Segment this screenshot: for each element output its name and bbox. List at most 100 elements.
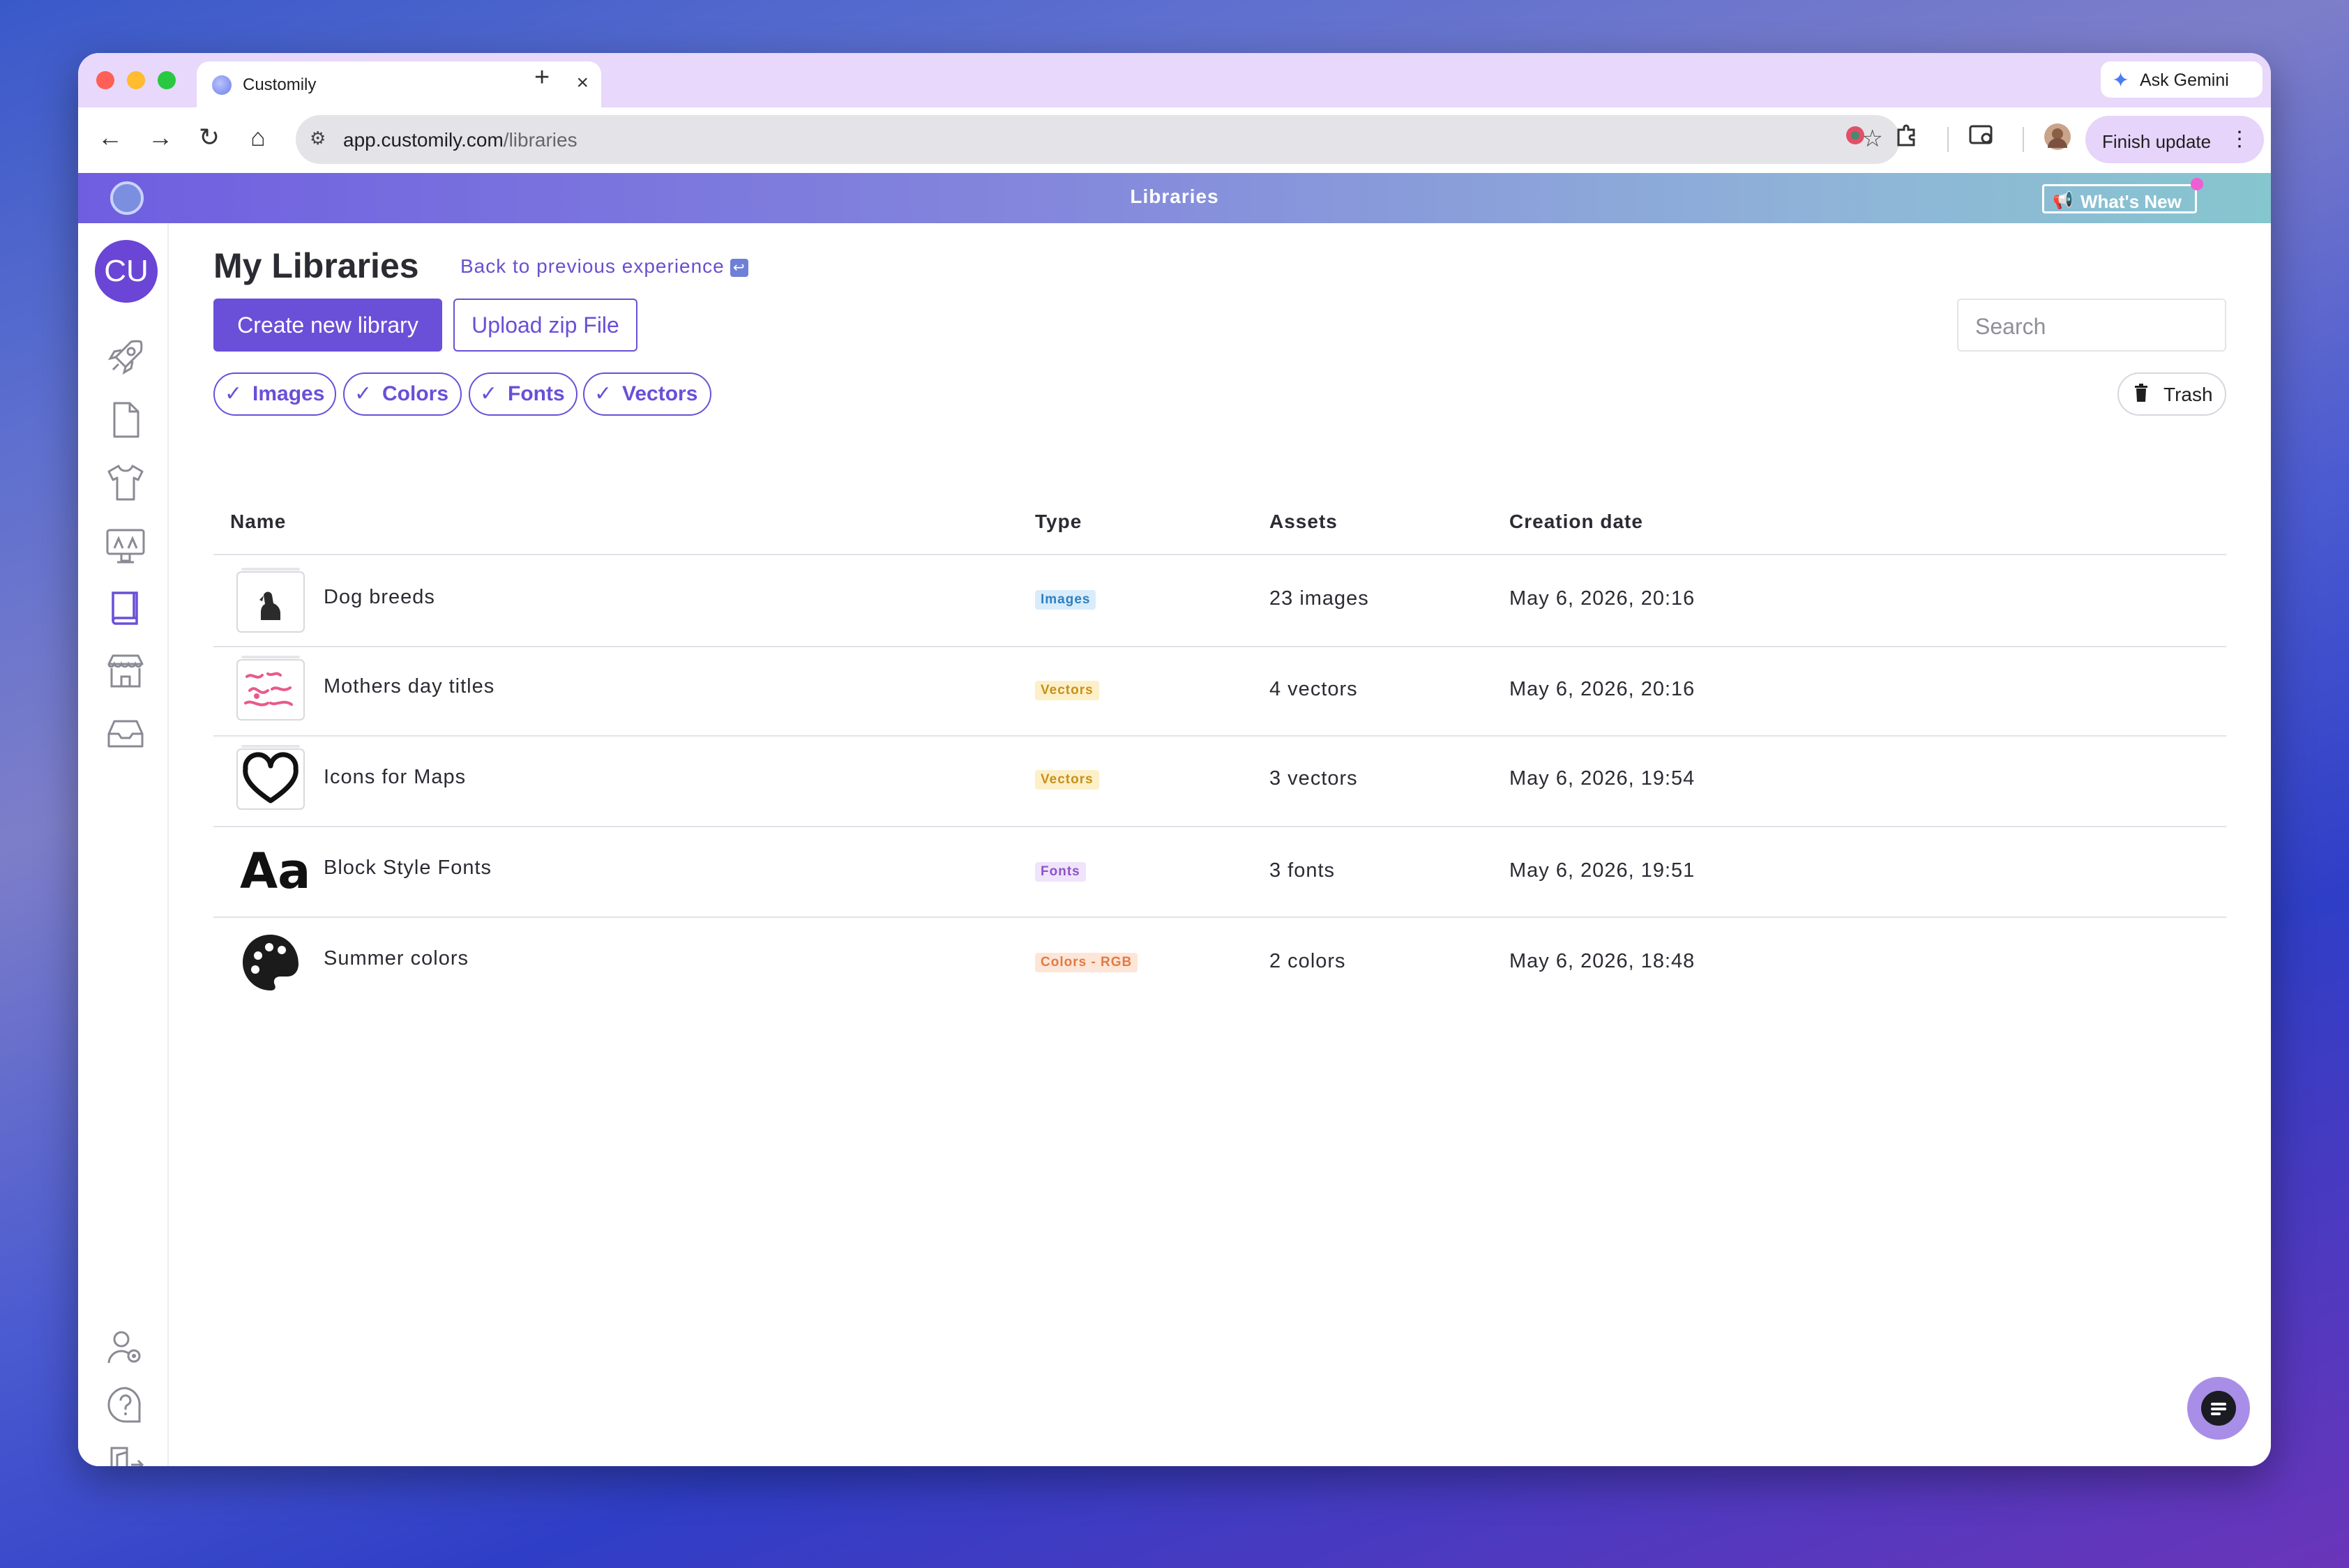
type-badge: Images bbox=[1035, 590, 1096, 610]
tab-close-icon[interactable]: × bbox=[576, 71, 589, 95]
asset-count: 23 images bbox=[1269, 587, 1369, 610]
column-header-name[interactable]: Name bbox=[230, 511, 286, 533]
table-row[interactable]: Icons for Maps Vectors 3 vectors May 6, … bbox=[213, 737, 2226, 826]
column-header-creation-date[interactable]: Creation date bbox=[1509, 511, 1643, 533]
pink-lettering-icon bbox=[236, 653, 305, 723]
filter-label: Fonts bbox=[508, 382, 565, 405]
create-new-library-button[interactable]: Create new library bbox=[213, 299, 442, 352]
font-aa-icon: Aa bbox=[236, 837, 310, 907]
whats-new-button[interactable]: 📢 What's New bbox=[2042, 178, 2203, 213]
url-text: app.customily.com/libraries bbox=[343, 129, 577, 151]
library-name[interactable]: Mothers day titles bbox=[324, 675, 494, 698]
more-menu-icon[interactable]: ⋮ bbox=[2229, 127, 2250, 151]
filter-label: Images bbox=[252, 382, 325, 405]
type-badge: Colors - RGB bbox=[1035, 953, 1138, 972]
trash-label: Trash bbox=[2163, 384, 2213, 405]
checkmark-icon: ✓ bbox=[225, 382, 243, 405]
filter-chip-images[interactable]: ✓ Images bbox=[213, 372, 336, 416]
trash-button[interactable]: Trash bbox=[2117, 372, 2226, 416]
type-badge: Vectors bbox=[1035, 681, 1099, 700]
megaphone-icon: 📢 bbox=[2053, 191, 2074, 210]
library-name[interactable]: Block Style Fonts bbox=[324, 857, 492, 880]
type-badge: Vectors bbox=[1035, 770, 1099, 790]
filter-chip-vectors[interactable]: ✓ Vectors bbox=[583, 372, 711, 416]
home-icon[interactable]: ⌂ bbox=[243, 123, 273, 152]
type-badge: Fonts bbox=[1035, 862, 1086, 882]
chat-icon bbox=[2201, 1391, 2236, 1426]
book-icon[interactable] bbox=[103, 586, 148, 631]
user-avatar[interactable]: CU bbox=[95, 240, 158, 303]
toolbar-divider bbox=[1947, 127, 1949, 152]
main-content: My Libraries Back to previous experience… bbox=[167, 223, 2271, 1466]
return-arrow-icon: ↩ bbox=[730, 258, 748, 277]
document-icon[interactable] bbox=[103, 398, 148, 442]
asset-count: 3 vectors bbox=[1269, 767, 1358, 790]
gemini-sparkle-icon: ✦ bbox=[2112, 69, 2130, 92]
library-name[interactable]: Icons for Maps bbox=[324, 766, 466, 789]
filter-chip-fonts[interactable]: ✓ Fonts bbox=[469, 372, 577, 416]
page-title: My Libraries bbox=[213, 246, 419, 285]
table-row[interactable]: Dog breeds Images 23 images May 6, 2026,… bbox=[213, 555, 2226, 644]
inbox-icon[interactable] bbox=[103, 711, 148, 756]
search-input[interactable]: Search bbox=[1957, 299, 2226, 352]
tab-title: Customily bbox=[243, 75, 317, 94]
asset-count: 4 vectors bbox=[1269, 678, 1358, 700]
extension-icon[interactable] bbox=[1843, 123, 1868, 154]
site-settings-icon[interactable]: ⚙ bbox=[310, 128, 326, 149]
notification-dot bbox=[2191, 178, 2203, 190]
library-name[interactable]: Dog breeds bbox=[324, 586, 435, 609]
logout-icon[interactable] bbox=[103, 1442, 148, 1466]
asset-count: 2 colors bbox=[1269, 950, 1346, 972]
address-bar-row: ← → ↻ ⌂ ⚙ app.customily.com/libraries ☆ … bbox=[78, 107, 2271, 173]
help-icon[interactable] bbox=[103, 1384, 148, 1428]
checkmark-icon: ✓ bbox=[594, 382, 612, 405]
tab-search-icon[interactable] bbox=[1968, 123, 1996, 154]
forward-arrow-icon[interactable]: → bbox=[145, 123, 176, 152]
upload-zip-button[interactable]: Upload zip File bbox=[453, 299, 637, 352]
customily-favicon-icon bbox=[212, 75, 232, 95]
finish-update-label: Finish update bbox=[2102, 131, 2212, 152]
header-title: Libraries bbox=[1130, 186, 1219, 207]
dog-icon bbox=[236, 564, 305, 633]
minimize-window-button[interactable] bbox=[127, 71, 145, 89]
filter-chip-colors[interactable]: ✓ Colors bbox=[343, 372, 462, 416]
browser-window: Customily × + ✦ Ask Gemini ← → ↻ ⌂ ⚙ app… bbox=[78, 53, 2271, 1466]
url-bar[interactable]: ⚙ app.customily.com/libraries ☆ bbox=[296, 115, 1900, 164]
table-row[interactable]: Mothers day titles Vectors 4 vectors May… bbox=[213, 647, 2226, 737]
ask-gemini-button[interactable]: ✦ Ask Gemini bbox=[2101, 61, 2263, 98]
creation-date: May 6, 2026, 20:16 bbox=[1509, 678, 1695, 700]
filter-label: Vectors bbox=[622, 382, 698, 405]
new-tab-button[interactable]: + bbox=[534, 63, 550, 93]
toolbar-divider bbox=[2023, 127, 2024, 152]
column-header-type[interactable]: Type bbox=[1035, 511, 1082, 533]
table-row[interactable]: Aa Block Style Fonts Fonts 3 fonts May 6… bbox=[213, 827, 2226, 917]
chat-widget-button[interactable] bbox=[2187, 1377, 2250, 1440]
table-row[interactable]: Summer colors Colors - RGB 2 colors May … bbox=[213, 918, 2226, 1007]
sidebar: CU bbox=[78, 223, 169, 1466]
tshirt-icon[interactable] bbox=[103, 460, 148, 505]
maximize-window-button[interactable] bbox=[158, 71, 176, 89]
back-arrow-icon[interactable]: ← bbox=[95, 123, 126, 152]
finish-update-button[interactable]: Finish update ⋮ bbox=[2085, 116, 2264, 163]
library-name[interactable]: Summer colors bbox=[324, 947, 469, 970]
user-settings-icon[interactable] bbox=[103, 1325, 148, 1370]
creation-date: May 6, 2026, 19:54 bbox=[1509, 767, 1695, 790]
creation-date: May 6, 2026, 18:48 bbox=[1509, 950, 1695, 972]
monitor-icon[interactable] bbox=[103, 523, 148, 568]
creation-date: May 6, 2026, 20:16 bbox=[1509, 587, 1695, 610]
palette-icon bbox=[236, 928, 305, 997]
store-icon[interactable] bbox=[103, 649, 148, 693]
heart-icon bbox=[236, 742, 305, 812]
puzzle-icon[interactable] bbox=[1894, 123, 1919, 154]
column-header-assets[interactable]: Assets bbox=[1269, 511, 1338, 533]
checkmark-icon: ✓ bbox=[480, 382, 498, 405]
app-header: Libraries 📢 What's New bbox=[78, 173, 2271, 223]
back-to-previous-link[interactable]: Back to previous experience ↩ bbox=[460, 255, 748, 278]
reload-icon[interactable]: ↻ bbox=[194, 123, 225, 152]
search-placeholder: Search bbox=[1975, 314, 2046, 339]
close-window-button[interactable] bbox=[96, 71, 114, 89]
profile-avatar-icon[interactable] bbox=[2044, 123, 2071, 157]
rocket-icon[interactable] bbox=[103, 335, 148, 379]
asset-count: 3 fonts bbox=[1269, 859, 1336, 882]
whats-new-label: What's New bbox=[2080, 191, 2182, 212]
